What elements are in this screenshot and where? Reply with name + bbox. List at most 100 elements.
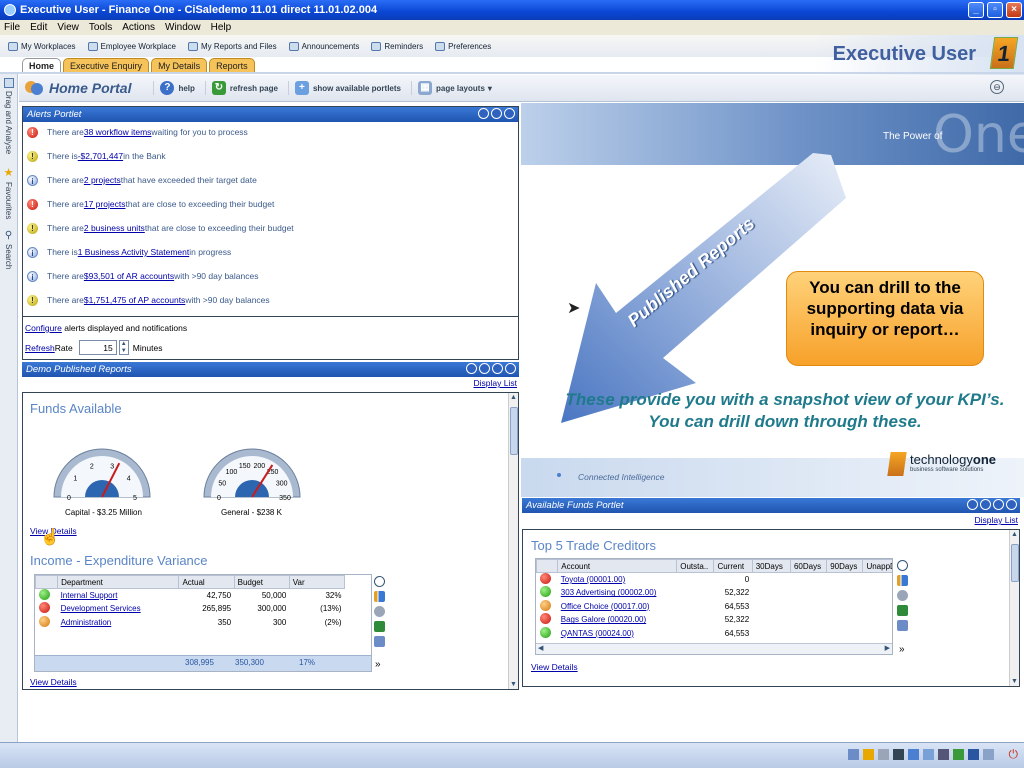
side-tab-drag-analyse[interactable]: Drag and Analyse — [1, 78, 16, 154]
department-column-header[interactable]: Department — [57, 575, 180, 589]
alert-link[interactable]: 38 workflow items — [84, 127, 152, 137]
help-button[interactable]: ? help — [153, 81, 195, 95]
more-icon[interactable]: » — [375, 659, 381, 670]
var-column-header[interactable]: Var — [288, 575, 346, 589]
toolbar-my-workplaces[interactable]: My Workplaces — [8, 41, 76, 51]
portal-options-icon[interactable]: ⊖ — [990, 80, 1004, 94]
portlet-collapse-icon[interactable] — [504, 108, 515, 119]
menu-tools[interactable]: Tools — [89, 22, 112, 33]
tray-refresh-icon[interactable] — [953, 749, 964, 760]
scroll-thumb[interactable] — [510, 407, 518, 455]
30days-column-header[interactable]: 30Days — [751, 559, 791, 573]
chart-icon[interactable] — [374, 591, 385, 602]
side-tab-search[interactable]: ⚲ Search — [1, 230, 16, 269]
tray-print-icon[interactable] — [983, 749, 994, 760]
department-link[interactable]: Development Services — [61, 604, 141, 613]
table-row[interactable]: Bags Galore (00020.00) 52,322 — [537, 613, 893, 627]
tray-globe-icon[interactable] — [908, 749, 919, 760]
menu-actions[interactable]: Actions — [122, 22, 155, 33]
variance-view-details-link[interactable]: View Details — [30, 677, 77, 687]
configure-link[interactable]: Configure — [25, 323, 62, 333]
tab-home[interactable]: Home — [22, 58, 62, 73]
export-icon[interactable] — [897, 620, 908, 631]
exit-icon[interactable]: ⏻ — [1009, 747, 1019, 762]
table-row[interactable]: 303 Advertising (00002.00) 52,322 — [537, 586, 893, 600]
alert-link[interactable]: 2 projects — [84, 175, 121, 185]
department-link[interactable]: Internal Support — [61, 591, 118, 600]
scroll-thumb[interactable] — [1011, 544, 1019, 582]
90days-column-header[interactable]: 90Days — [826, 559, 864, 573]
portlet-refresh-icon[interactable] — [993, 499, 1004, 510]
alert-link[interactable]: $93,501 of AR accounts — [84, 271, 174, 281]
portlet-refresh-icon[interactable] — [492, 363, 503, 374]
alert-link[interactable]: -$2,701,447 — [78, 151, 123, 161]
menu-file[interactable]: File — [4, 22, 20, 33]
portlet-collapse-icon[interactable] — [1006, 499, 1017, 510]
account-link[interactable]: Bags Galore (00020.00) — [561, 615, 646, 624]
account-column-header[interactable]: Account — [557, 559, 678, 573]
scroll-right-icon[interactable]: ▶ — [885, 644, 890, 652]
portlet-refresh-icon[interactable] — [491, 108, 502, 119]
table-row[interactable]: Toyota (00001.00) 0 — [537, 573, 893, 587]
portlet-settings-icon[interactable] — [980, 499, 991, 510]
creditors-view-details-link[interactable]: View Details — [531, 662, 578, 672]
show-portlets-button[interactable]: + show available portlets — [287, 81, 401, 95]
tab-my-details[interactable]: My Details — [151, 58, 208, 73]
portlet-settings-icon[interactable] — [479, 363, 490, 374]
funds-display-list-link[interactable]: Display List — [975, 515, 1018, 525]
tray-window-icon[interactable] — [923, 749, 934, 760]
published-reports-scrollbar[interactable]: ▲ ▼ — [508, 393, 518, 689]
alert-link[interactable]: 2 business units — [84, 223, 145, 233]
creditors-hscrollbar[interactable]: ◀ ▶ — [536, 643, 892, 654]
database-icon[interactable] — [897, 590, 908, 601]
tray-binoculars-icon[interactable] — [893, 749, 904, 760]
toolbar-employee-workplace[interactable]: Employee Workplace — [87, 41, 176, 51]
refresh-rate-input[interactable] — [78, 340, 117, 355]
excel-icon[interactable] — [374, 621, 385, 632]
budget-column-header[interactable]: Budget — [233, 575, 290, 589]
menu-help[interactable]: Help — [211, 22, 232, 33]
portlet-web-icon[interactable] — [466, 363, 477, 374]
zoom-icon[interactable] — [374, 576, 385, 587]
table-row[interactable]: QANTAS (00024.00) 64,553 — [537, 626, 893, 641]
menu-window[interactable]: Window — [165, 22, 201, 33]
portlet-collapse-icon[interactable] — [505, 363, 516, 374]
tab-reports[interactable]: Reports — [209, 58, 255, 73]
refresh-page-button[interactable]: ↻ refresh page — [204, 81, 278, 95]
side-tab-favourites[interactable]: ★ Favourites — [1, 166, 16, 219]
menu-view[interactable]: View — [57, 22, 79, 33]
tab-executive-enquiry[interactable]: Executive Enquiry — [63, 58, 150, 73]
refresh-link[interactable]: Refresh — [25, 343, 55, 353]
alert-link[interactable]: $1,751,475 of AP accounts — [84, 295, 185, 305]
unapplied-column-header[interactable]: UnappD — [862, 559, 892, 573]
close-button[interactable]: × — [1006, 2, 1022, 18]
tray-doc-icon[interactable] — [848, 749, 859, 760]
page-layouts-button[interactable]: ▦ page layouts ▾ — [410, 81, 492, 95]
export-icon[interactable] — [374, 636, 385, 647]
display-list-link[interactable]: Display List — [474, 378, 517, 388]
more-icon[interactable]: » — [899, 644, 905, 655]
account-link[interactable]: Office Choice (00017.00) — [561, 602, 650, 611]
scroll-left-icon[interactable]: ◀ — [538, 644, 543, 652]
table-row[interactable]: Development Services 265,895 300,000 (13%) — [36, 602, 345, 616]
tray-star-icon[interactable] — [863, 749, 874, 760]
table-row[interactable]: Office Choice (00017.00) 64,553 — [537, 599, 893, 614]
portlet-web-icon[interactable] — [478, 108, 489, 119]
toolbar-my-reports[interactable]: My Reports and Files — [187, 41, 277, 51]
scroll-down-icon[interactable]: ▼ — [510, 681, 517, 688]
minimize-button[interactable]: _ — [968, 2, 984, 18]
toolbar-preferences[interactable]: Preferences — [435, 41, 491, 51]
chart-icon[interactable] — [897, 575, 908, 586]
maximize-button[interactable]: ▫ — [987, 2, 1003, 18]
account-link[interactable]: Toyota (00001.00) — [561, 575, 626, 584]
portlet-web-icon[interactable] — [967, 499, 978, 510]
account-link[interactable]: QANTAS (00024.00) — [561, 629, 634, 638]
toolbar-reminders[interactable]: Reminders — [371, 41, 423, 51]
alert-link[interactable]: 17 projects — [84, 199, 126, 209]
zoom-icon[interactable] — [897, 560, 908, 571]
tray-save-icon[interactable] — [938, 749, 949, 760]
toolbar-announcements[interactable]: Announcements — [288, 41, 359, 51]
rate-spinner[interactable]: ▲ ▼ — [118, 340, 129, 355]
actual-column-header[interactable]: Actual — [178, 575, 235, 589]
outstanding-column-header[interactable]: Outsta.. — [676, 559, 715, 573]
